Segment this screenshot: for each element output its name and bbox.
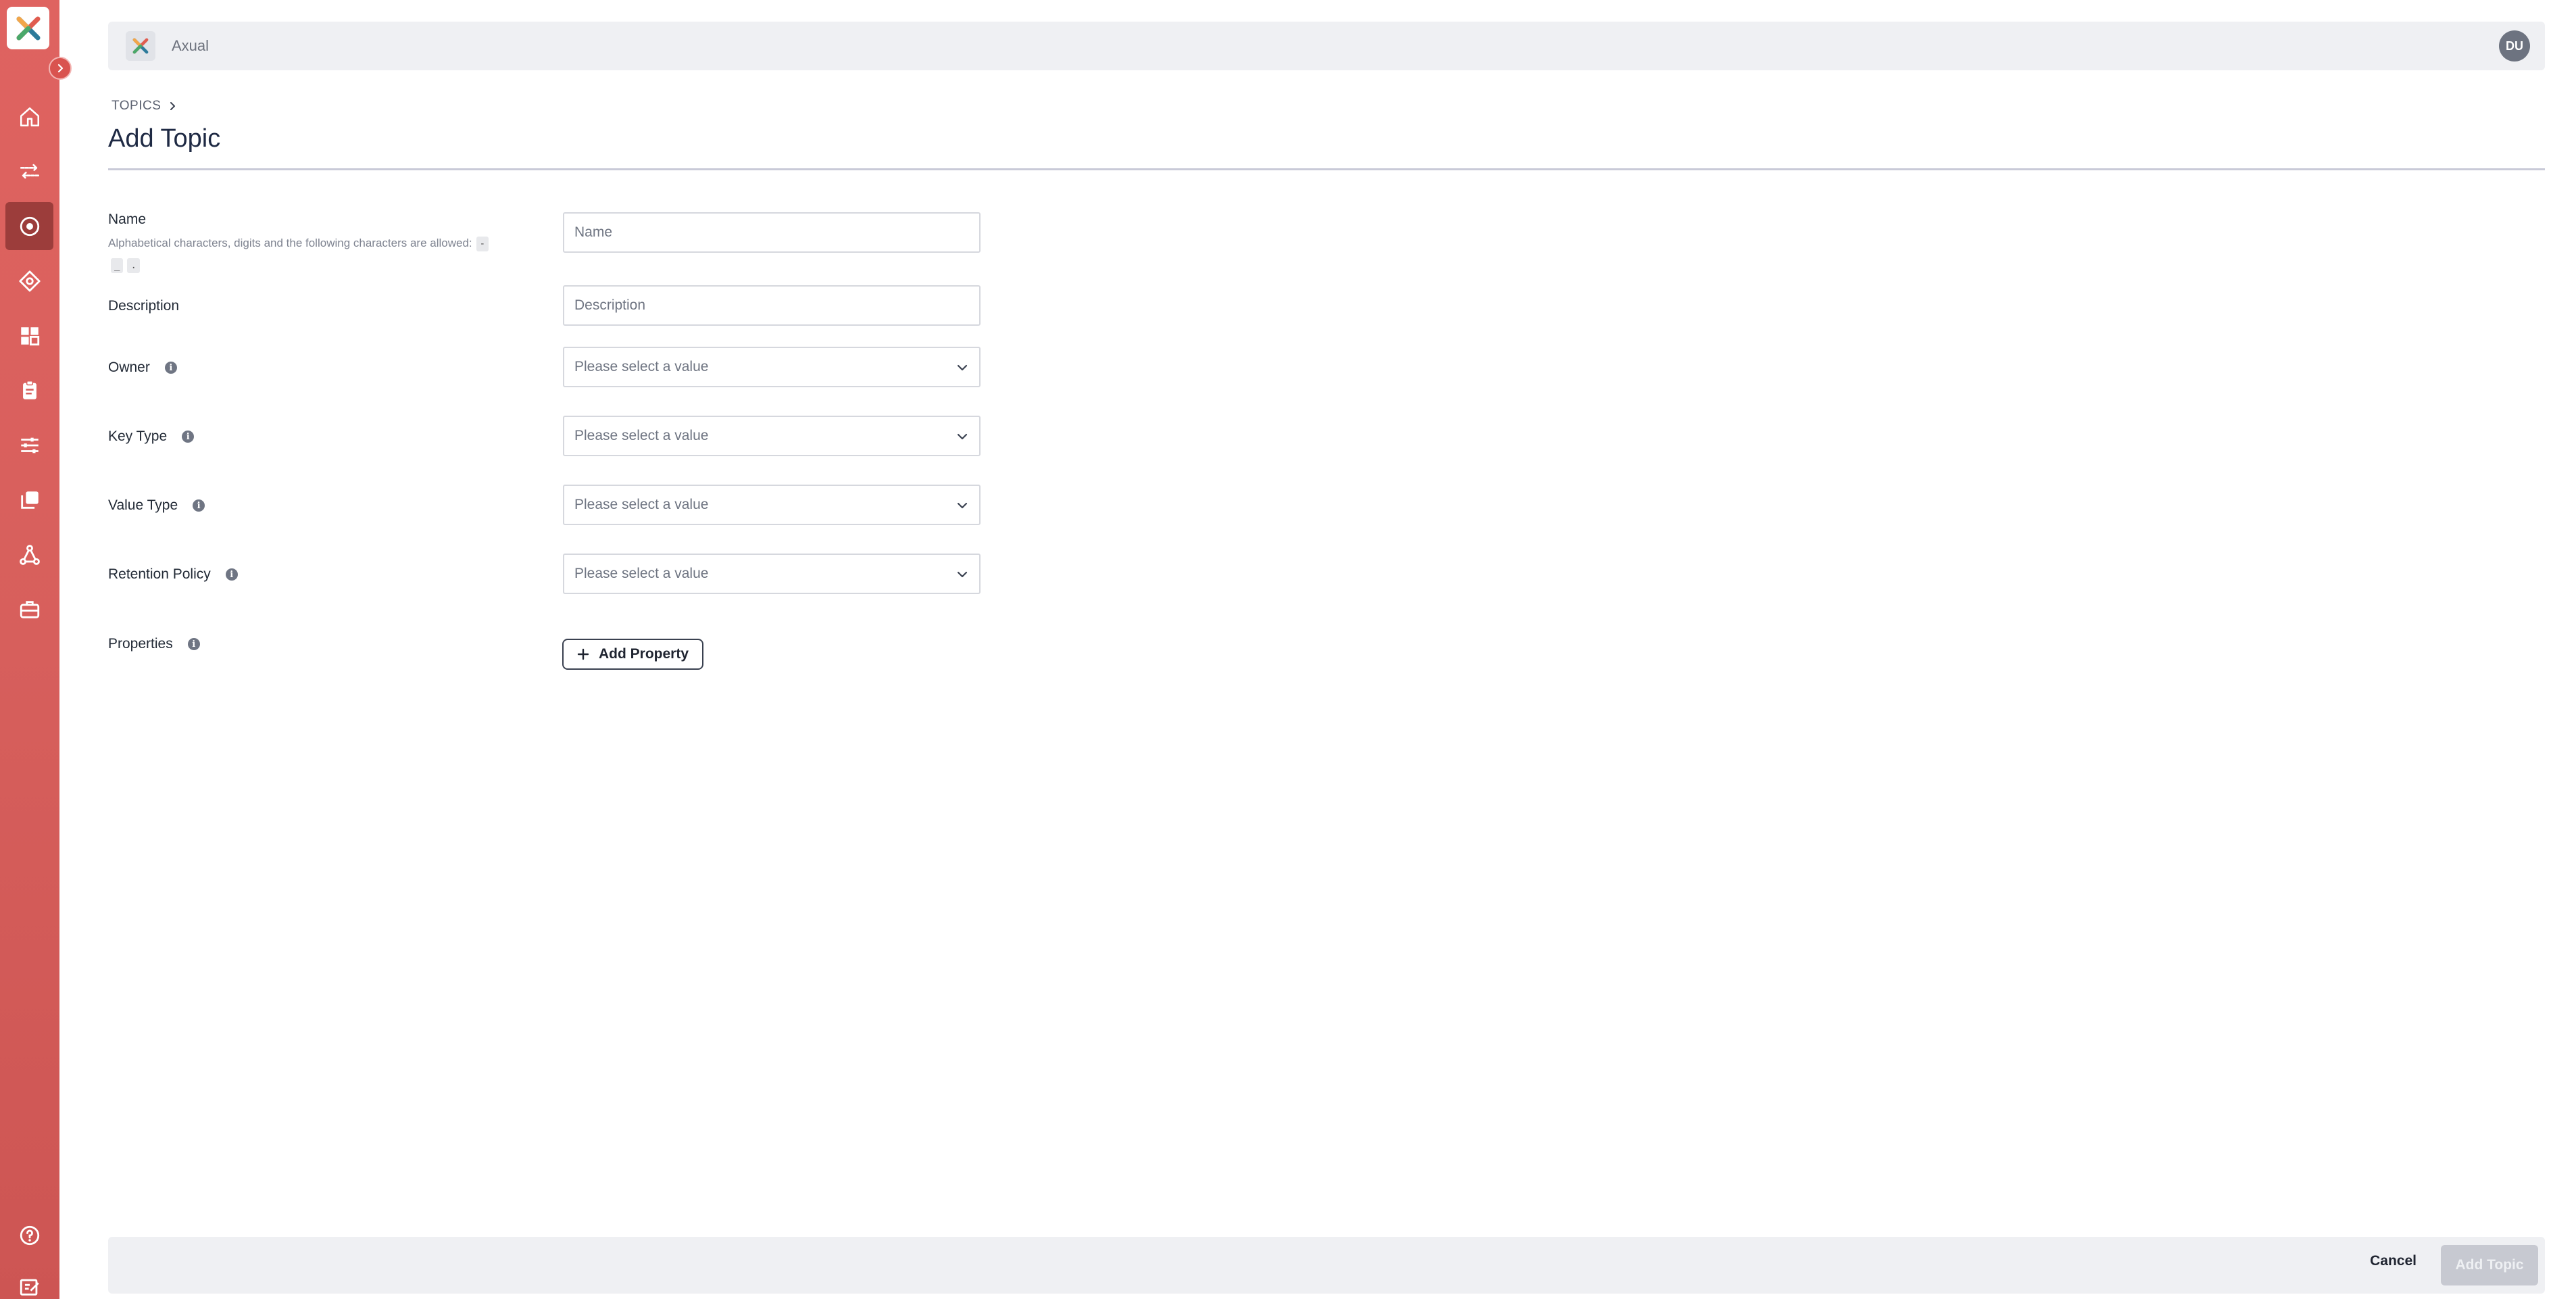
allowed-char-period: . [127,258,140,273]
info-icon[interactable]: i [182,431,195,443]
breadcrumb-topics-link[interactable]: TOPICS [112,99,161,114]
retention-policy-select[interactable]: Please select a value [563,554,981,594]
sidebar-item-instances[interactable] [5,531,53,579]
key-type-select-value: Please select a value [574,428,709,443]
name-label: Name [108,212,147,227]
feedback-icon [20,1279,39,1296]
top-header: Axual DU [108,22,2545,70]
owner-select[interactable]: Please select a value [563,347,981,387]
settings-sliders-icon [20,437,39,453]
key-type-label-row: Key Type i [108,428,195,445]
description-input[interactable] [563,285,981,326]
app-logo[interactable] [126,31,155,61]
add-topic-button[interactable]: Add Topic [2441,1245,2538,1285]
clipboard-icon [22,380,36,399]
chevron-right-icon [170,102,176,110]
home-icon [20,107,39,126]
name-input[interactable] [563,212,981,253]
name-hint-text: Alphabetical characters, digits and the … [108,237,472,249]
help-icon [20,1225,39,1245]
allowed-char-underscore: _ [111,258,124,273]
axual-logo-icon [132,38,149,54]
sidebar-item-help[interactable] [5,1211,53,1259]
chevron-down-icon [957,571,968,578]
chevron-right-icon [57,64,64,73]
owner-label-row: Owner i [108,360,177,376]
copy-icon [20,491,39,509]
title-divider [108,168,2545,170]
sidebar-item-groups[interactable] [5,585,53,633]
form-footer: Cancel Add Topic [108,1237,2545,1294]
retention-policy-label: Retention Policy [108,566,211,582]
topics-icon [20,216,39,236]
add-property-button[interactable]: Add Property [562,639,703,670]
sidebar-item-home[interactable] [5,93,53,141]
retention-policy-select-value: Please select a value [574,566,709,581]
schemas-icon [18,270,41,292]
value-type-select[interactable]: Please select a value [563,485,981,525]
sidebar-item-feedback[interactable] [5,1263,53,1299]
sidebar [0,0,72,1299]
tenant-name: Axual [172,37,209,54]
axual-logo-icon [16,16,40,40]
properties-label: Properties [108,636,173,652]
properties-label-row: Properties i [108,636,200,652]
sidebar-item-environments[interactable] [5,476,53,524]
chevron-down-icon [957,502,968,509]
info-icon[interactable]: i [193,499,205,512]
chevron-down-icon [957,364,968,371]
user-avatar[interactable]: DU [2499,30,2530,62]
value-type-select-value: Please select a value [574,497,709,512]
sidebar-item-requests[interactable] [5,366,53,414]
streams-icon [20,164,39,179]
owner-select-value: Please select a value [574,359,709,374]
owner-label: Owner [108,360,150,375]
description-label: Description [108,298,180,314]
network-icon [19,544,40,565]
page-title: Add Topic [108,124,221,153]
sidebar-item-settings[interactable] [5,421,53,469]
name-hint: Alphabetical characters, digits and the … [108,232,527,276]
sidebar-item-streams[interactable] [5,147,53,195]
info-icon[interactable]: i [225,568,238,581]
allowed-char-hyphen: - [476,236,489,251]
briefcase-icon [20,600,39,618]
key-type-label: Key Type [108,428,168,444]
retention-policy-label-row: Retention Policy i [108,566,238,583]
chevron-down-icon [957,433,968,440]
cancel-button[interactable]: Cancel [2370,1253,2417,1269]
sidebar-item-topics[interactable] [5,202,53,250]
applications-icon [20,326,39,345]
breadcrumb: TOPICS [112,99,177,114]
key-type-select[interactable]: Please select a value [563,416,981,456]
value-type-label: Value Type [108,497,178,513]
info-icon[interactable]: i [164,362,177,374]
sidebar-item-applications[interactable] [5,312,53,360]
sidebar-expand-button[interactable] [49,57,72,80]
info-icon[interactable]: i [187,638,200,650]
axual-logo[interactable] [7,7,49,49]
value-type-label-row: Value Type i [108,497,205,514]
add-property-label: Add Property [598,646,689,662]
plus-icon [577,648,589,660]
sidebar-item-schemas[interactable] [5,257,53,305]
